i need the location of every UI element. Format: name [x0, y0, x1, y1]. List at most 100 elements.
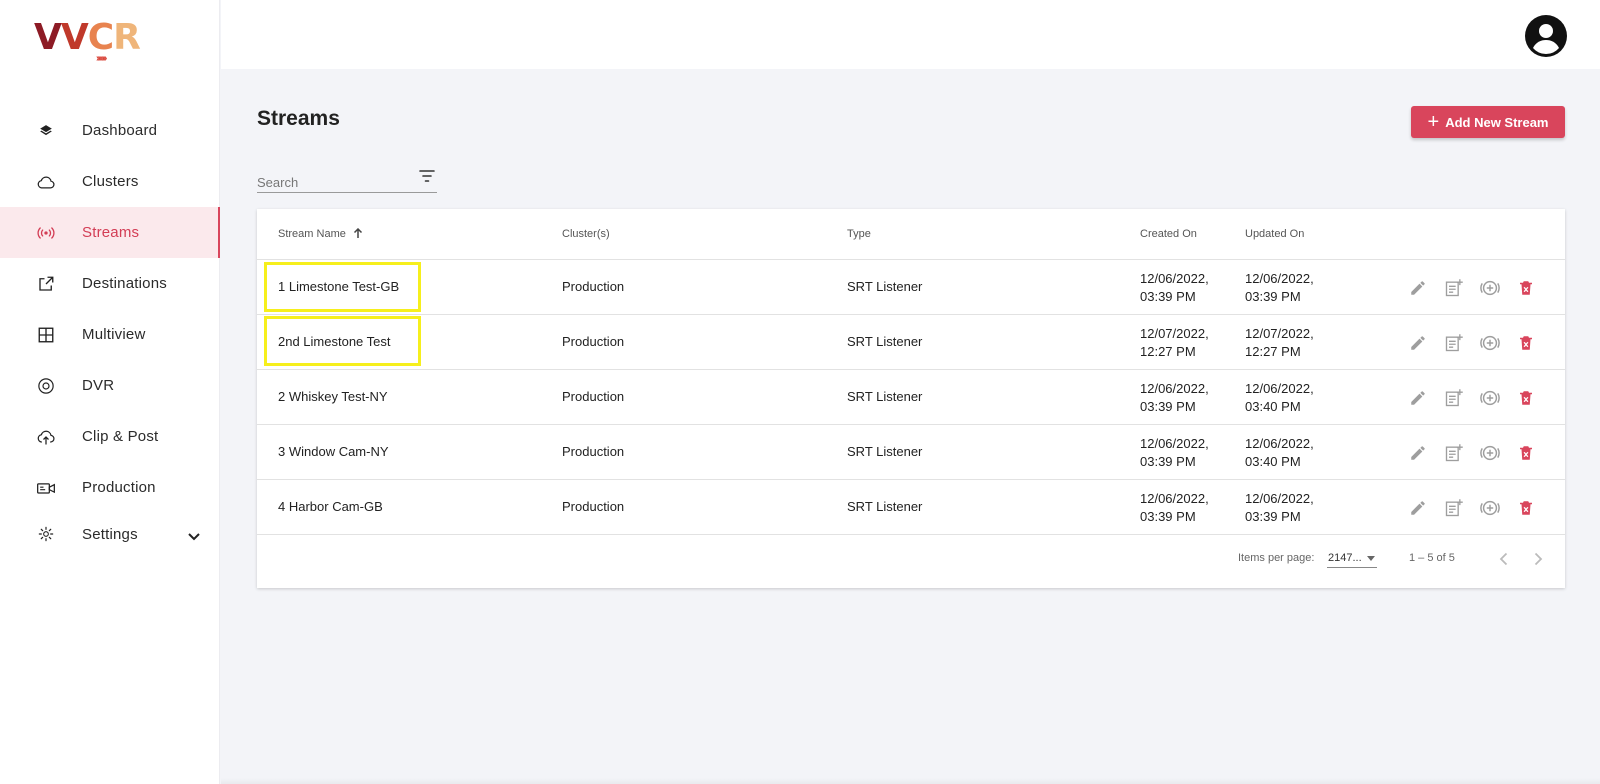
- items-per-page-label: Items per page:: [1238, 552, 1315, 564]
- row-actions: [1407, 387, 1537, 409]
- sidebar-item-dashboard[interactable]: Dashboard: [0, 105, 220, 156]
- cluster-name: Production: [562, 279, 625, 294]
- add-note-icon[interactable]: [1443, 442, 1465, 464]
- chevron-right-icon: [1534, 552, 1542, 566]
- sidebar-item-label: Settings: [82, 525, 138, 543]
- page-range: 1 – 5 of 5: [1409, 552, 1455, 564]
- add-circle-icon[interactable]: [1479, 387, 1501, 409]
- table-header: Stream Name Cluster(s) Type Created On U…: [257, 209, 1565, 260]
- external-link-icon: [36, 274, 56, 294]
- paginator: Items per page: 2147... 1 – 5 of 5: [257, 539, 1565, 588]
- sidebar-item-dvr[interactable]: DVR: [0, 360, 220, 411]
- add-circle-icon[interactable]: [1479, 277, 1501, 299]
- logo-text: VVCR: [34, 17, 141, 58]
- stream-type: SRT Listener: [847, 389, 923, 404]
- stream-name[interactable]: 4 Harbor Cam-GB: [278, 499, 383, 514]
- updated-on: 12/06/2022, 03:40 PM: [1245, 436, 1314, 469]
- chevron-left-icon: [1499, 552, 1507, 566]
- cluster-name: Production: [562, 389, 625, 404]
- stream-name[interactable]: 2 Whiskey Test-NY: [278, 389, 388, 404]
- vvcr-logo[interactable]: VVCR ›››››››: [34, 18, 144, 68]
- table-row[interactable]: 2nd Limestone Test Production SRT Listen…: [257, 315, 1565, 370]
- layers-icon: [36, 121, 56, 141]
- sidebar-item-destinations[interactable]: Destinations: [0, 258, 220, 309]
- column-header-stream-name[interactable]: Stream Name: [278, 227, 363, 242]
- grid-icon: [36, 325, 56, 345]
- column-header-type[interactable]: Type: [847, 228, 871, 240]
- table-row[interactable]: 4 Harbor Cam-GB Production SRT Listener …: [257, 480, 1565, 535]
- sidebar-item-clip-post[interactable]: Clip & Post: [0, 411, 220, 462]
- column-header-updated-on[interactable]: Updated On: [1245, 228, 1304, 240]
- sidebar-item-label: Dashboard: [82, 122, 158, 139]
- add-new-stream-label: Add New Stream: [1445, 114, 1549, 130]
- sidebar-item-settings[interactable]: Settings: [0, 513, 220, 555]
- streams-table: Stream Name Cluster(s) Type Created On U…: [257, 209, 1565, 588]
- created-on: 12/06/2022, 03:39 PM: [1140, 271, 1209, 304]
- chevron-down-icon[interactable]: [188, 528, 200, 546]
- add-note-icon[interactable]: [1443, 277, 1465, 299]
- sidebar-item-label: Clip & Post: [82, 428, 159, 445]
- add-circle-icon[interactable]: [1479, 442, 1501, 464]
- top-bar: [221, 0, 1600, 69]
- row-actions: [1407, 332, 1537, 354]
- stream-type: SRT Listener: [847, 444, 923, 459]
- edit-icon[interactable]: [1407, 277, 1429, 299]
- edit-icon[interactable]: [1407, 387, 1429, 409]
- next-page-button[interactable]: [1528, 549, 1548, 569]
- items-per-page-select[interactable]: 2147...: [1327, 548, 1377, 568]
- edit-icon[interactable]: [1407, 332, 1429, 354]
- delete-icon[interactable]: [1515, 332, 1537, 354]
- sidebar-item-clusters[interactable]: Clusters: [0, 156, 220, 207]
- column-header-clusters[interactable]: Cluster(s): [562, 228, 610, 240]
- filter-icon[interactable]: [419, 169, 435, 183]
- search-input[interactable]: [257, 173, 407, 191]
- add-circle-icon[interactable]: [1479, 332, 1501, 354]
- updated-on: 12/06/2022, 03:39 PM: [1245, 491, 1314, 524]
- account-circle-icon[interactable]: [1525, 15, 1567, 57]
- updated-on: 12/07/2022, 12:27 PM: [1245, 326, 1314, 359]
- delete-icon[interactable]: [1515, 442, 1537, 464]
- dropdown-caret-icon: [1367, 556, 1375, 561]
- broadcast-icon: [36, 223, 56, 243]
- sort-ascending-icon: [353, 227, 363, 242]
- sidebar-item-label: Destinations: [82, 275, 167, 292]
- stream-type: SRT Listener: [847, 499, 923, 514]
- sidebar-item-production[interactable]: Production: [0, 462, 220, 513]
- stream-name[interactable]: 3 Window Cam-NY: [278, 444, 389, 459]
- cluster-name: Production: [562, 499, 625, 514]
- edit-icon[interactable]: [1407, 442, 1429, 464]
- sidebar-item-label: Streams: [82, 224, 140, 241]
- footer-shade: [221, 778, 1600, 784]
- stream-name[interactable]: 2nd Limestone Test: [278, 334, 391, 349]
- updated-on: 12/06/2022, 03:40 PM: [1245, 381, 1314, 414]
- page-title: Streams: [257, 107, 340, 130]
- created-on: 12/06/2022, 03:39 PM: [1140, 436, 1209, 469]
- sidebar-item-label: Production: [82, 479, 156, 496]
- table-row[interactable]: 3 Window Cam-NY Production SRT Listener …: [257, 425, 1565, 480]
- previous-page-button[interactable]: [1493, 549, 1513, 569]
- cloud-upload-icon: [36, 427, 56, 447]
- delete-icon[interactable]: [1515, 387, 1537, 409]
- delete-icon[interactable]: [1515, 497, 1537, 519]
- created-on: 12/06/2022, 03:39 PM: [1140, 381, 1209, 414]
- search-field: [257, 164, 437, 193]
- row-actions: [1407, 277, 1537, 299]
- cluster-name: Production: [562, 334, 625, 349]
- sidebar: VVCR ››››››› Dashboard Clusters Streams: [0, 0, 220, 784]
- column-header-created-on[interactable]: Created On: [1140, 228, 1197, 240]
- edit-icon[interactable]: [1407, 497, 1429, 519]
- add-note-icon[interactable]: [1443, 497, 1465, 519]
- table-row[interactable]: 1 Limestone Test-GB Production SRT Liste…: [257, 260, 1565, 315]
- add-circle-icon[interactable]: [1479, 497, 1501, 519]
- stream-name[interactable]: 1 Limestone Test-GB: [278, 279, 399, 294]
- created-on: 12/06/2022, 03:39 PM: [1140, 491, 1209, 524]
- sidebar-item-streams[interactable]: Streams: [0, 207, 220, 258]
- sidebar-item-multiview[interactable]: Multiview: [0, 309, 220, 360]
- add-note-icon[interactable]: [1443, 387, 1465, 409]
- add-new-stream-button[interactable]: + Add New Stream: [1411, 106, 1565, 138]
- table-row[interactable]: 2 Whiskey Test-NY Production SRT Listene…: [257, 370, 1565, 425]
- delete-icon[interactable]: [1515, 277, 1537, 299]
- add-note-icon[interactable]: [1443, 332, 1465, 354]
- sidebar-item-label: Clusters: [82, 173, 139, 190]
- sidebar-item-label: DVR: [82, 377, 115, 394]
